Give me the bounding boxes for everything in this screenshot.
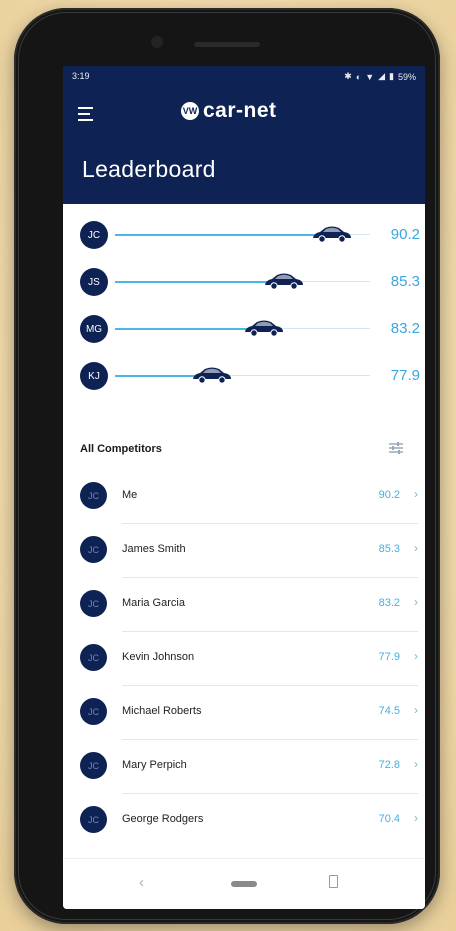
leaderboard-score: 83.2 — [390, 320, 420, 337]
list-item[interactable]: JC Maria Garcia 83.2 › — [80, 578, 418, 632]
list-item[interactable]: JC Kevin Johnson 77.9 › — [80, 632, 418, 686]
competitor-name: James Smith — [122, 543, 186, 555]
chevron-right-icon: › — [414, 487, 418, 501]
competitor-name: Michael Roberts — [122, 705, 202, 717]
avatar: JC — [80, 698, 107, 725]
data-saver-icon: ◐ — [355, 71, 362, 82]
leaderboard-score: 77.9 — [390, 367, 420, 384]
competitor-score: 72.8 — [378, 759, 400, 771]
front-camera — [151, 36, 163, 48]
battery-percent: 59% — [397, 71, 416, 82]
earpiece-speaker — [194, 42, 260, 47]
brand-name: car-net — [203, 99, 277, 122]
app-screen: 3:19 ✱ ◐ ▼ ◢ ▮ 59% VW car-net Leaderboar… — [63, 66, 425, 909]
avatar: JS — [80, 268, 108, 296]
competitor-name: Me — [122, 489, 138, 501]
chevron-right-icon: › — [414, 541, 418, 555]
avatar: MG — [80, 315, 108, 343]
car-icon — [193, 367, 232, 384]
avatar: JC — [80, 482, 107, 509]
leaderboard-row[interactable]: MG 83.2 — [80, 315, 420, 343]
chevron-right-icon: › — [414, 703, 418, 717]
recent-apps-icon[interactable] — [329, 875, 338, 888]
chevron-right-icon: › — [414, 757, 418, 771]
progress-track-remaining — [212, 375, 370, 376]
android-nav-bar: ‹ — [63, 858, 425, 909]
list-item[interactable]: JC James Smith 85.3 › — [80, 524, 418, 578]
avatar: JC — [80, 221, 108, 249]
car-icon — [244, 320, 283, 337]
leaderboard-row[interactable]: KJ 77.9 — [80, 362, 420, 390]
battery-icon: ▮ — [389, 71, 394, 81]
avatar: JC — [80, 536, 107, 563]
car-icon — [265, 273, 304, 290]
leaderboard-score: 90.2 — [390, 226, 420, 243]
status-icons: ✱ ◐ ▼ ◢ ▮ 59% — [344, 71, 416, 82]
list-item[interactable]: JC Mary Perpich 72.8 › — [80, 740, 418, 794]
progress-track — [115, 281, 285, 283]
home-icon[interactable] — [231, 881, 257, 887]
page-title: Leaderboard — [82, 156, 216, 182]
status-time: 3:19 — [72, 71, 90, 81]
avatar: JC — [80, 644, 107, 671]
list-item[interactable]: JC George Rodgers 70.4 › — [80, 794, 418, 848]
chevron-right-icon: › — [414, 811, 418, 825]
competitor-score: 83.2 — [378, 597, 400, 609]
section-title: All Competitors — [80, 443, 162, 455]
list-item[interactable]: JC Michael Roberts 74.5 › — [80, 686, 418, 740]
leaderboard-chart: JC 90.2 JS 85.3 MG 83.2 KJ 77.9 — [63, 204, 425, 434]
vw-badge: VW — [181, 102, 199, 120]
competitor-name: Maria Garcia — [122, 597, 185, 609]
sliders-icon[interactable] — [388, 441, 404, 455]
leaderboard-row[interactable]: JS 85.3 — [80, 268, 420, 296]
competitor-score: 90.2 — [378, 489, 400, 501]
car-icon — [312, 226, 351, 243]
hamburger-icon[interactable] — [78, 106, 98, 122]
app-header: 3:19 ✱ ◐ ▼ ◢ ▮ 59% VW car-net Leaderboar… — [63, 66, 425, 204]
list-item[interactable]: JC Me 90.2 › — [80, 470, 418, 524]
chevron-right-icon: › — [414, 595, 418, 609]
bluetooth-icon: ✱ — [344, 71, 352, 81]
status-bar: 3:19 ✱ ◐ ▼ ◢ ▮ 59% — [72, 71, 416, 85]
back-icon[interactable]: ‹ — [139, 874, 144, 891]
brand-logo: VW car-net — [181, 99, 277, 123]
chevron-right-icon: › — [414, 649, 418, 663]
competitor-score: 77.9 — [378, 651, 400, 663]
avatar: JC — [80, 806, 107, 833]
competitor-score: 70.4 — [378, 813, 400, 825]
competitor-name: George Rodgers — [122, 813, 204, 825]
avatar: JC — [80, 752, 107, 779]
leaderboard-score: 85.3 — [390, 273, 420, 290]
competitor-score: 74.5 — [378, 705, 400, 717]
progress-track — [115, 234, 332, 236]
competitor-name: Kevin Johnson — [122, 651, 195, 663]
signal-icon: ◢ — [378, 71, 386, 81]
competitor-name: Mary Perpich — [122, 759, 187, 771]
leaderboard-row[interactable]: JC 90.2 — [80, 221, 420, 249]
avatar: JC — [80, 590, 107, 617]
avatar: KJ — [80, 362, 108, 390]
progress-track — [115, 328, 264, 330]
competitor-score: 85.3 — [378, 543, 400, 555]
wifi-icon: ▼ — [365, 71, 375, 82]
